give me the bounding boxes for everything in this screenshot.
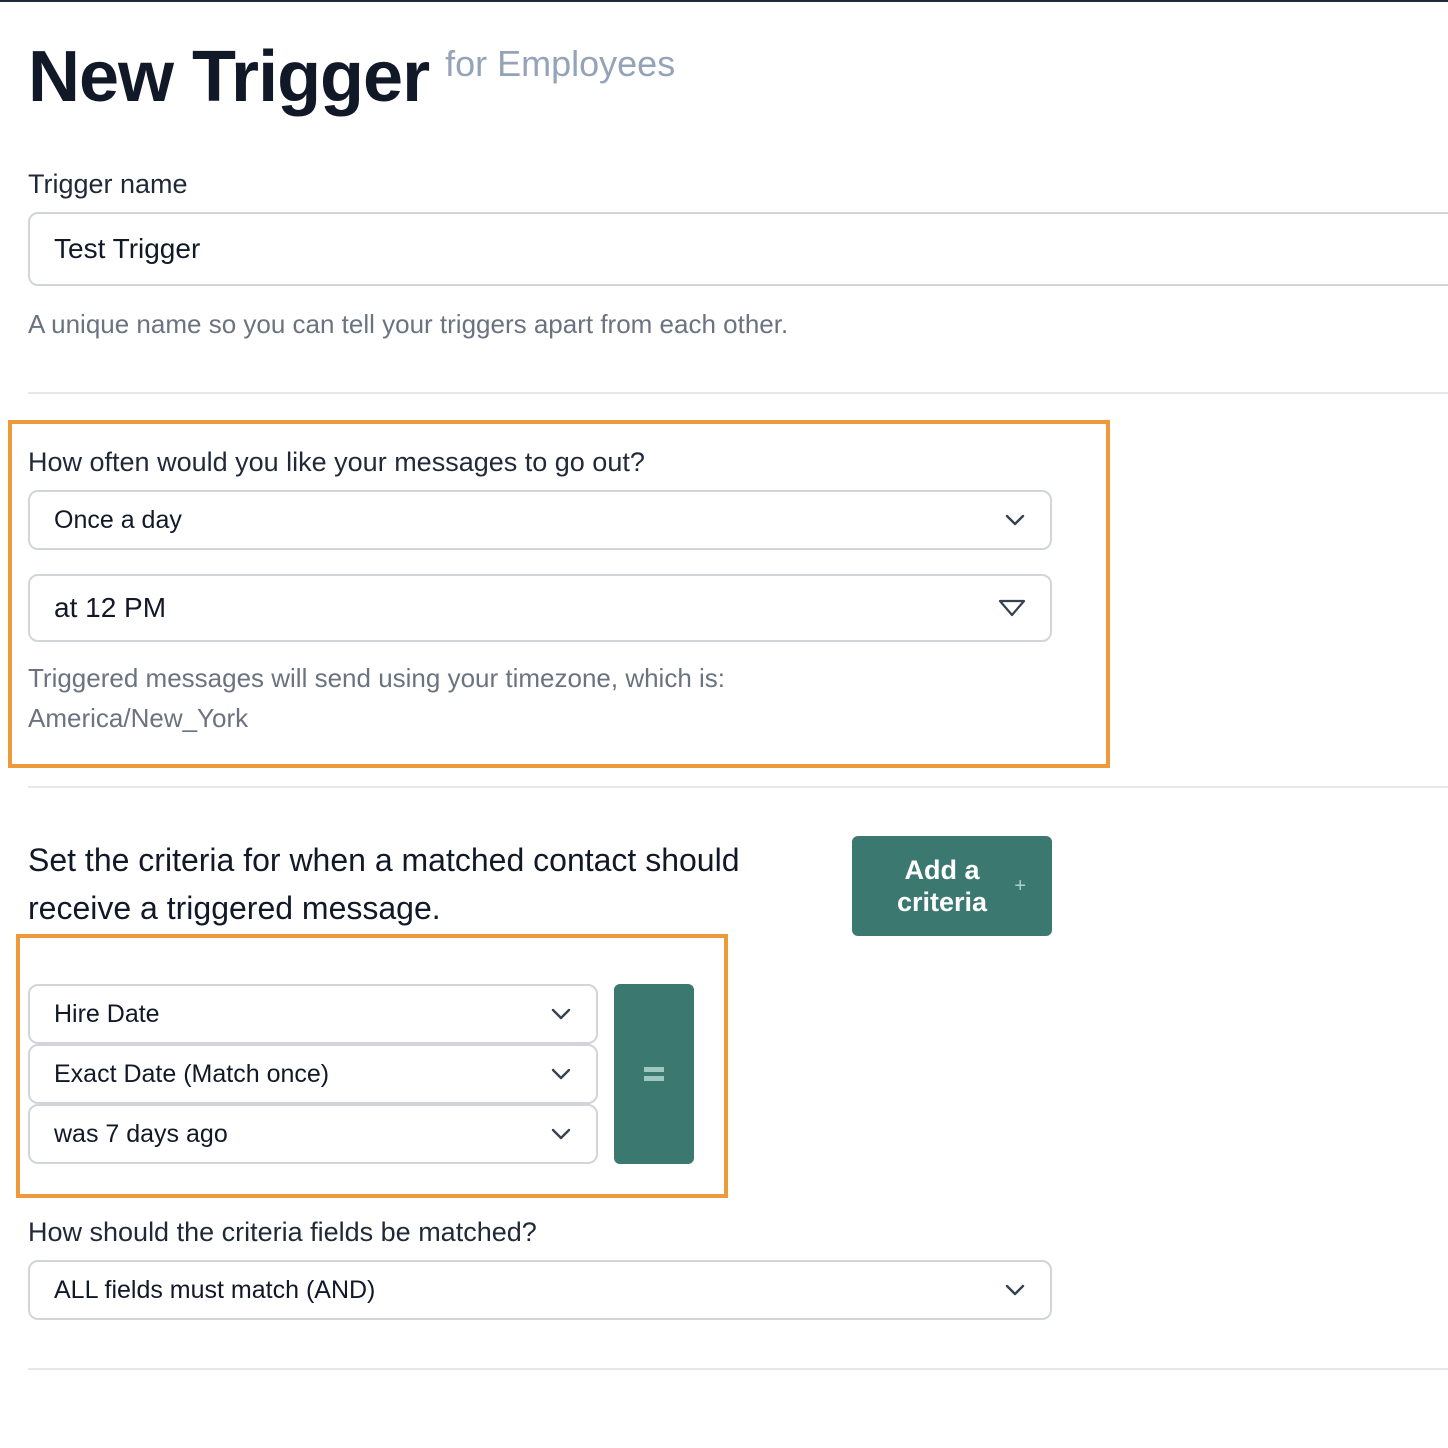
criteria-value-select[interactable]: was 7 days ago: [28, 1104, 598, 1164]
timezone-value: America/New_York: [28, 703, 249, 733]
frequency-interval-value: Once a day: [54, 505, 182, 534]
plus-icon: +: [1014, 875, 1026, 897]
criteria-condition-value: Exact Date (Match once): [54, 1059, 330, 1088]
match-mode-value: ALL fields must match (AND): [54, 1275, 376, 1304]
section-divider: [28, 1368, 1448, 1370]
section-divider: [28, 786, 1448, 788]
trigger-name-input[interactable]: [28, 212, 1448, 286]
trigger-name-label: Trigger name: [28, 169, 188, 199]
frequency-question: How often would you like your messages t…: [28, 447, 645, 477]
frequency-interval-select[interactable]: Once a day: [28, 490, 1052, 550]
match-question: How should the criteria fields be matche…: [28, 1217, 537, 1247]
chevron-down-icon: [1005, 1284, 1025, 1296]
chevron-down-icon: [1005, 514, 1025, 526]
criteria-field-select[interactable]: Hire Date: [28, 984, 598, 1044]
minus-icon: [644, 1067, 664, 1081]
page-title: New Trigger: [28, 37, 430, 117]
timezone-note: Triggered messages will send using your …: [28, 663, 726, 693]
criteria-value-value: was 7 days ago: [54, 1119, 228, 1148]
frequency-time-select[interactable]: at 12 PM: [28, 574, 1052, 642]
chevron-down-icon: [551, 1068, 571, 1080]
match-mode-select[interactable]: ALL fields must match (AND): [28, 1260, 1052, 1320]
criteria-heading: Set the criteria for when a matched cont…: [28, 842, 740, 926]
trigger-name-help: A unique name so you can tell your trigg…: [28, 309, 789, 339]
frequency-time-value: at 12 PM: [54, 592, 167, 623]
section-divider: [28, 392, 1448, 394]
remove-criteria-button[interactable]: [614, 984, 694, 1164]
page-header: New Trigger for Employees: [28, 34, 675, 120]
top-border: [0, 0, 1448, 2]
triangle-down-icon: [998, 599, 1026, 617]
criteria-condition-select[interactable]: Exact Date (Match once): [28, 1044, 598, 1104]
chevron-down-icon: [551, 1008, 571, 1020]
add-criteria-button[interactable]: Add a criteria +: [852, 836, 1052, 936]
page-subtitle: for Employees: [445, 43, 676, 84]
chevron-down-icon: [551, 1128, 571, 1140]
add-criteria-label: Add a criteria: [896, 855, 988, 917]
criteria-field-value: Hire Date: [54, 999, 160, 1028]
